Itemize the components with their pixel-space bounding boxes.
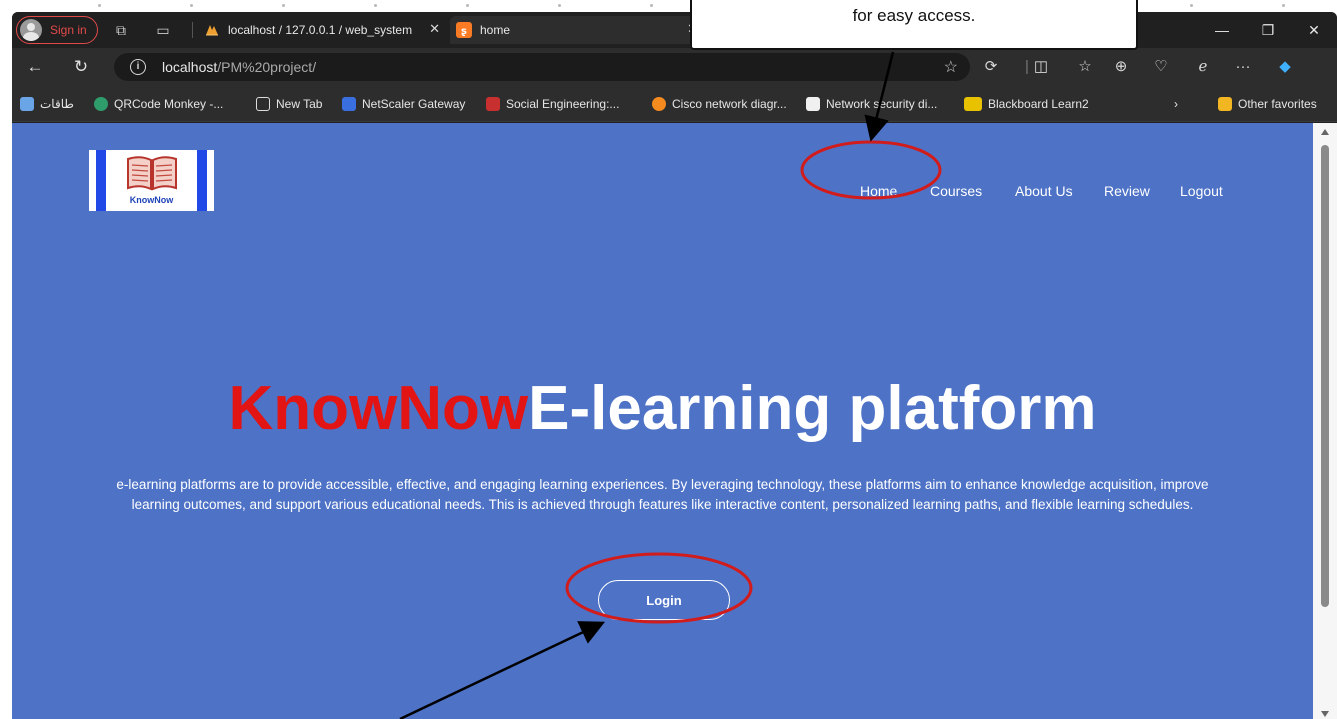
scroll-thumb[interactable] [1321, 145, 1329, 607]
page-scrollbar[interactable] [1313, 123, 1337, 719]
page-icon [256, 97, 270, 111]
site-logo[interactable]: KnowNow [89, 150, 214, 211]
more-bookmarks-icon[interactable]: › [1174, 96, 1178, 112]
extensions-icon[interactable]: ⟳ [980, 57, 1002, 77]
hero-title-rest: E-learning platform [528, 374, 1097, 443]
nav-logout[interactable]: Logout [1180, 183, 1223, 199]
svg-text:ʂ: ʂ [461, 26, 467, 37]
tab-home[interactable]: ʂ home ✕ [450, 16, 706, 44]
web-page: KnowNow Home Courses About Us Review Log… [12, 123, 1313, 719]
bookmark-qrcode[interactable]: QRCode Monkey -... [94, 96, 223, 112]
xampp-icon: ʂ [456, 22, 472, 38]
minimize-icon[interactable]: — [1199, 12, 1245, 48]
bookmark-other-favorites[interactable]: Other favorites [1218, 96, 1317, 112]
tab-phpmyadmin[interactable]: localhost / 127.0.0.1 / web_system ✕ [198, 16, 448, 44]
lock-icon [342, 97, 356, 111]
site-info-icon[interactable]: i [130, 59, 146, 75]
nav-review[interactable]: Review [1104, 183, 1150, 199]
url-text: localhost/PM%20project/ [162, 59, 317, 75]
hero-brand: KnowNow [228, 374, 529, 443]
login-button[interactable]: Login [598, 580, 730, 620]
annotation-callout: for easy access. [690, 0, 1138, 50]
lucid-icon [806, 97, 820, 111]
red-badge-icon [486, 97, 500, 111]
more-menu-icon[interactable]: ··· [1232, 57, 1254, 77]
blackboard-icon [964, 97, 982, 111]
logo-text: KnowNow [129, 195, 174, 205]
nav-home[interactable]: Home [860, 183, 897, 199]
nav-courses[interactable]: Courses [930, 183, 982, 199]
phpmyadmin-icon [204, 22, 220, 38]
browser-essentials-icon[interactable]: ♡ [1150, 57, 1172, 77]
tab-actions-icon[interactable]: ▭ [154, 21, 172, 39]
bookmark-cisco[interactable]: Cisco network diagr... [652, 96, 787, 112]
workspaces-icon[interactable]: ⧉ [112, 21, 130, 39]
profile-button[interactable]: Sign in [16, 16, 98, 44]
bookmark-netscaler[interactable]: NetScaler Gateway [342, 96, 465, 112]
cisco-icon [652, 97, 666, 111]
avatar-icon [20, 19, 42, 41]
copilot-icon[interactable]: ◆ [1274, 57, 1296, 77]
callout-text: for easy access. [852, 6, 976, 25]
image-icon [20, 97, 34, 111]
close-tab-icon[interactable]: ✕ [429, 21, 440, 37]
collections-icon[interactable]: ⊕ [1110, 57, 1132, 77]
tab-separator [192, 22, 193, 38]
browser-window: Sign in ⧉ ▭ localhost / 127.0.0.1 / web_… [12, 12, 1337, 719]
url-input[interactable]: i localhost/PM%20project/ ☆ [114, 53, 970, 81]
window-controls: — ❐ ✕ [1199, 12, 1337, 48]
favorites-icon[interactable]: ☆ [1074, 57, 1096, 77]
restore-icon[interactable]: ❐ [1245, 12, 1291, 48]
bookmark-new-tab[interactable]: New Tab [256, 96, 322, 112]
split-screen-icon[interactable]: ◫ [1030, 57, 1052, 77]
favorite-star-icon[interactable]: ☆ [944, 57, 958, 77]
bookmark-blackboard[interactable]: Blackboard Learn2 [964, 96, 1089, 112]
close-window-icon[interactable]: ✕ [1291, 12, 1337, 48]
ie-mode-icon[interactable]: ℯ [1192, 57, 1214, 77]
scroll-down-icon[interactable] [1321, 711, 1329, 717]
bookmark-social-eng[interactable]: Social Engineering:... [486, 96, 619, 112]
nav-about-us[interactable]: About Us [1015, 183, 1073, 199]
scroll-up-icon[interactable] [1321, 129, 1329, 135]
profile-label: Sign in [50, 23, 87, 37]
hero-title: KnowNowE-learning platform [12, 373, 1313, 444]
address-bar: ← ↻ i localhost/PM%20project/ ☆ ⟳ | ◫ ☆ … [12, 48, 1337, 86]
folder-icon [1218, 97, 1232, 111]
bookmarks-bar: طاقات QRCode Monkey -... New Tab NetScal… [12, 86, 1337, 122]
bookmark-taqat[interactable]: طاقات [20, 96, 74, 112]
tab-bar: Sign in ⧉ ▭ localhost / 127.0.0.1 / web_… [12, 12, 1337, 48]
book-icon [122, 153, 182, 193]
hero-description: e-learning platforms are to provide acce… [116, 477, 1209, 512]
refresh-icon[interactable]: ↻ [68, 55, 94, 79]
back-icon[interactable]: ← [22, 55, 48, 79]
qr-icon [94, 97, 108, 111]
tab-title: home [480, 23, 511, 37]
bookmark-network-security[interactable]: Network security di... [806, 96, 937, 112]
tab-title: localhost / 127.0.0.1 / web_system [228, 23, 413, 37]
